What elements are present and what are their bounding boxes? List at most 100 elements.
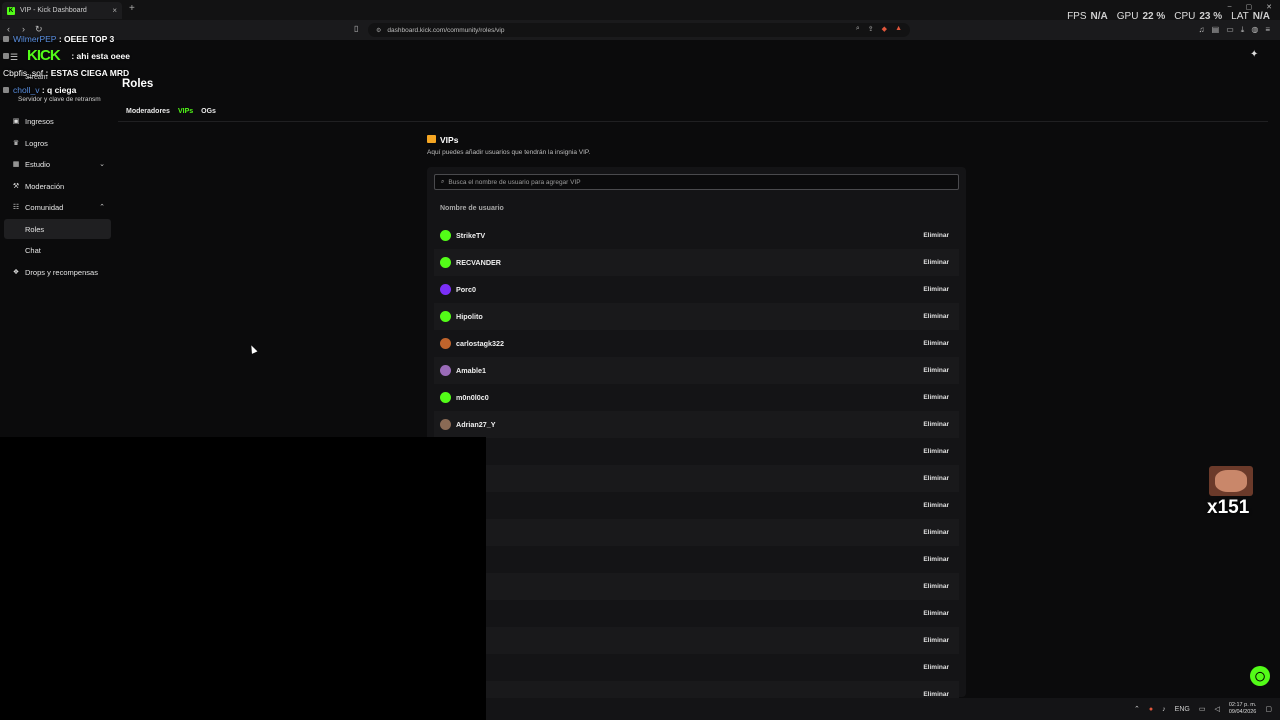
- remove-vip-button[interactable]: Eliminar: [923, 529, 949, 536]
- table-row: RECVANDER Eliminar: [434, 249, 959, 276]
- video-overlay-block: [0, 437, 486, 720]
- username: Hipolito: [456, 312, 483, 321]
- table-row: mers15Eliminar: [434, 654, 959, 681]
- support-chat-button[interactable]: ◯: [1250, 666, 1270, 686]
- performance-overlay: FPS N/A GPU 22 % CPU 23 % LAT N/A: [1067, 11, 1270, 22]
- vip-crown-icon: [427, 135, 436, 143]
- tab-vips[interactable]: VIPs: [178, 108, 193, 115]
- remove-vip-button[interactable]: Eliminar: [923, 475, 949, 482]
- notification-icon[interactable]: ▢: [1265, 705, 1272, 713]
- remove-vip-button[interactable]: Eliminar: [923, 286, 949, 293]
- minimize-icon[interactable]: –: [1228, 3, 1232, 11]
- table-row: anEliminar: [434, 492, 959, 519]
- close-tab-icon[interactable]: ×: [112, 6, 117, 15]
- site-info-icon[interactable]: ⚙: [376, 27, 381, 34]
- profile-avatar-icon[interactable]: ✦: [1250, 49, 1258, 60]
- remove-vip-button[interactable]: Eliminar: [923, 448, 949, 455]
- chat-line: choll_v : q ciega: [3, 85, 76, 95]
- search-icon[interactable]: ⌕: [856, 25, 860, 33]
- remove-vip-button[interactable]: Eliminar: [923, 664, 949, 671]
- browser-tab[interactable]: K VIP - Kick Dashboard ×: [2, 2, 122, 19]
- window-controls: – ▢ ✕: [1228, 3, 1272, 11]
- table-row: YTEliminar: [434, 519, 959, 546]
- close-window-icon[interactable]: ✕: [1266, 3, 1272, 11]
- remove-vip-button[interactable]: Eliminar: [923, 232, 949, 239]
- alert-icon[interactable]: ▲: [895, 25, 902, 33]
- maximize-icon[interactable]: ▢: [1246, 3, 1253, 11]
- shield-icon[interactable]: ◆: [882, 25, 887, 33]
- sidebar-item-chat[interactable]: Chat: [4, 240, 111, 260]
- remove-vip-button[interactable]: Eliminar: [923, 556, 949, 563]
- vpn-icon[interactable]: ◍: [1251, 25, 1258, 35]
- username: Adrian27_Y: [456, 420, 496, 429]
- chevron-up-icon: ⌃: [99, 204, 105, 211]
- chat-badge-icon: [3, 53, 9, 59]
- kick-favicon-icon: K: [7, 6, 15, 15]
- bookmark-icon[interactable]: ▯: [354, 24, 358, 33]
- sidebar-item-drops[interactable]: ❖ Drops y recompensas: [4, 262, 111, 282]
- sidebar-item-comunidad[interactable]: ☷ Comunidad ⌃: [4, 197, 111, 217]
- roles-tabs: Moderadores VIPs OGs: [126, 108, 216, 115]
- stream-sublabel[interactable]: Servidor y clave de retransm: [18, 96, 101, 103]
- system-tray: ⌃ ● ♪ ENG ▭ ◁ 02:17 p. m. 09/04/2026 ▢: [1134, 702, 1272, 716]
- user-avatar: [440, 257, 451, 268]
- new-tab-button[interactable]: +: [129, 3, 135, 14]
- remove-vip-button[interactable]: Eliminar: [923, 259, 949, 266]
- section-description: Aquí puedes añadir usuarios que tendrán …: [427, 149, 591, 156]
- wallet-ext-icon[interactable]: ▭: [1226, 25, 1234, 35]
- sidebar-item-moderacion[interactable]: ⚒ Moderación: [4, 176, 111, 196]
- volume-icon[interactable]: ◁: [1214, 705, 1219, 713]
- microphone-icon[interactable]: ♪: [1162, 706, 1166, 713]
- studio-icon: ▦: [12, 161, 20, 168]
- sidebar-item-ingresos[interactable]: ▣ Ingresos: [4, 111, 111, 131]
- tray-chevron-up-icon[interactable]: ⌃: [1134, 705, 1140, 713]
- tab-ogs[interactable]: OGs: [201, 108, 216, 115]
- tray-app-icon[interactable]: ●: [1149, 706, 1153, 713]
- download-icon[interactable]: ⤓: [1241, 25, 1245, 35]
- search-icon: ⌕: [441, 178, 445, 185]
- remove-vip-button[interactable]: Eliminar: [923, 637, 949, 644]
- remove-vip-button[interactable]: Eliminar: [923, 421, 949, 428]
- chat-bubble-icon: ◯: [1254, 670, 1266, 681]
- media-icon[interactable]: ♫: [1199, 25, 1205, 35]
- user-avatar: [440, 230, 451, 241]
- username: carlostagk322: [456, 339, 504, 348]
- remove-vip-button[interactable]: Eliminar: [923, 340, 949, 347]
- menu-icon[interactable]: ≡: [1265, 25, 1270, 35]
- fps-value: N/A: [1090, 11, 1108, 22]
- tab-moderadores[interactable]: Moderadores: [126, 108, 170, 115]
- remove-vip-button[interactable]: Eliminar: [923, 394, 949, 401]
- vip-search-input[interactable]: ⌕ Busca el nombre de usuario para agrega…: [434, 174, 959, 190]
- remove-vip-button[interactable]: Eliminar: [923, 502, 949, 509]
- url-text: dashboard.kick.com/community/roles/vip: [387, 26, 505, 34]
- url-bar[interactable]: ⚙ dashboard.kick.com/community/roles/vip…: [368, 23, 910, 37]
- remove-vip-button[interactable]: Eliminar: [923, 610, 949, 617]
- emote-image: [1209, 466, 1253, 496]
- chevron-down-icon: ⌄: [99, 161, 105, 168]
- sidebar-item-roles[interactable]: Roles: [4, 219, 111, 239]
- trophy-icon: ♛: [12, 140, 20, 147]
- sidebar-icon[interactable]: ▤: [1212, 25, 1220, 35]
- share-icon[interactable]: ⇪: [868, 25, 874, 33]
- wallet-icon: ▣: [12, 118, 20, 125]
- gpu-value: 22 %: [1142, 11, 1166, 22]
- monitor-icon[interactable]: ▭: [1199, 705, 1206, 713]
- search-placeholder: Busca el nombre de usuario para agregar …: [448, 178, 581, 186]
- page-title: Roles: [122, 78, 154, 90]
- language-indicator[interactable]: ENG: [1175, 706, 1190, 713]
- username: RECVANDER: [456, 258, 501, 267]
- remove-vip-button[interactable]: Eliminar: [923, 583, 949, 590]
- clock[interactable]: 02:17 p. m. 09/04/2026: [1229, 702, 1257, 716]
- remove-vip-button[interactable]: Eliminar: [923, 367, 949, 374]
- table-row: Amable1 Eliminar: [434, 357, 959, 384]
- table-row: oyesEliminar: [434, 465, 959, 492]
- remove-vip-button[interactable]: Eliminar: [923, 313, 949, 320]
- section-title: VIPs: [440, 135, 459, 145]
- back-icon[interactable]: ‹: [7, 24, 10, 34]
- chat-badge-icon: [3, 87, 9, 93]
- sidebar-item-estudio[interactable]: ▦ Estudio ⌄: [4, 154, 111, 174]
- tabs-divider: [118, 121, 1268, 122]
- remove-vip-button[interactable]: Eliminar: [923, 691, 949, 698]
- sidebar-item-logros[interactable]: ♛ Logros: [4, 133, 111, 153]
- forward-icon[interactable]: ›: [22, 24, 25, 34]
